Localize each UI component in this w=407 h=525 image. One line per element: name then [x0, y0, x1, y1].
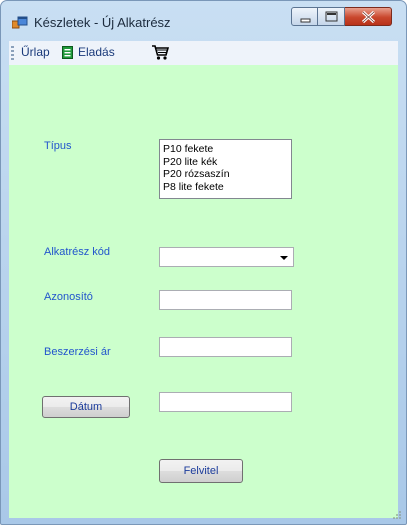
minimize-icon: [300, 18, 311, 23]
title-bar[interactable]: Készletek - Új Alkatrész: [1, 1, 406, 41]
close-button[interactable]: [345, 7, 392, 26]
menu-item-urlap[interactable]: Űrlap: [21, 45, 50, 59]
tipus-listbox[interactable]: P10 fekete P20 lite kék P20 rózsaszín P8…: [159, 139, 292, 199]
datum-field[interactable]: [159, 392, 292, 412]
felvitel-button[interactable]: Felvitel: [159, 459, 243, 483]
close-icon: [361, 10, 376, 24]
app-window: Készletek - Új Alkatrész Űrlap Eladás Tí…: [0, 0, 407, 525]
chevron-down-icon[interactable]: [280, 256, 288, 260]
list-item[interactable]: P20 lite kék: [163, 156, 291, 169]
toolbar-grip[interactable]: [11, 46, 14, 60]
azonosito-label: Azonosító: [44, 291, 93, 303]
menu-item-eladas[interactable]: Eladás: [78, 45, 115, 59]
app-icon: [12, 16, 28, 29]
tipus-label: Típus: [44, 140, 72, 152]
alkatresz-kod-label: Alkatrész kód: [44, 246, 111, 258]
shopping-cart-icon[interactable]: [151, 44, 169, 61]
list-item[interactable]: P10 fekete: [163, 143, 291, 156]
window-title: Készletek - Új Alkatrész: [34, 15, 171, 30]
maximize-icon: [325, 11, 338, 22]
document-icon: [62, 46, 73, 59]
beszerzesi-ar-field[interactable]: [159, 337, 292, 357]
datum-button[interactable]: Dátum: [42, 396, 130, 418]
beszerzesi-ar-label: Beszerzési ár: [44, 346, 111, 358]
azonosito-field[interactable]: [159, 290, 292, 310]
alkatresz-kod-combobox[interactable]: [159, 247, 294, 267]
list-item[interactable]: P20 rózsaszín: [163, 168, 291, 181]
resize-grip[interactable]: [392, 510, 402, 520]
list-item[interactable]: P8 lite fekete: [163, 181, 291, 194]
menu-bar: Űrlap Eladás: [9, 41, 398, 66]
maximize-button[interactable]: [318, 7, 345, 26]
minimize-button[interactable]: [291, 7, 318, 26]
